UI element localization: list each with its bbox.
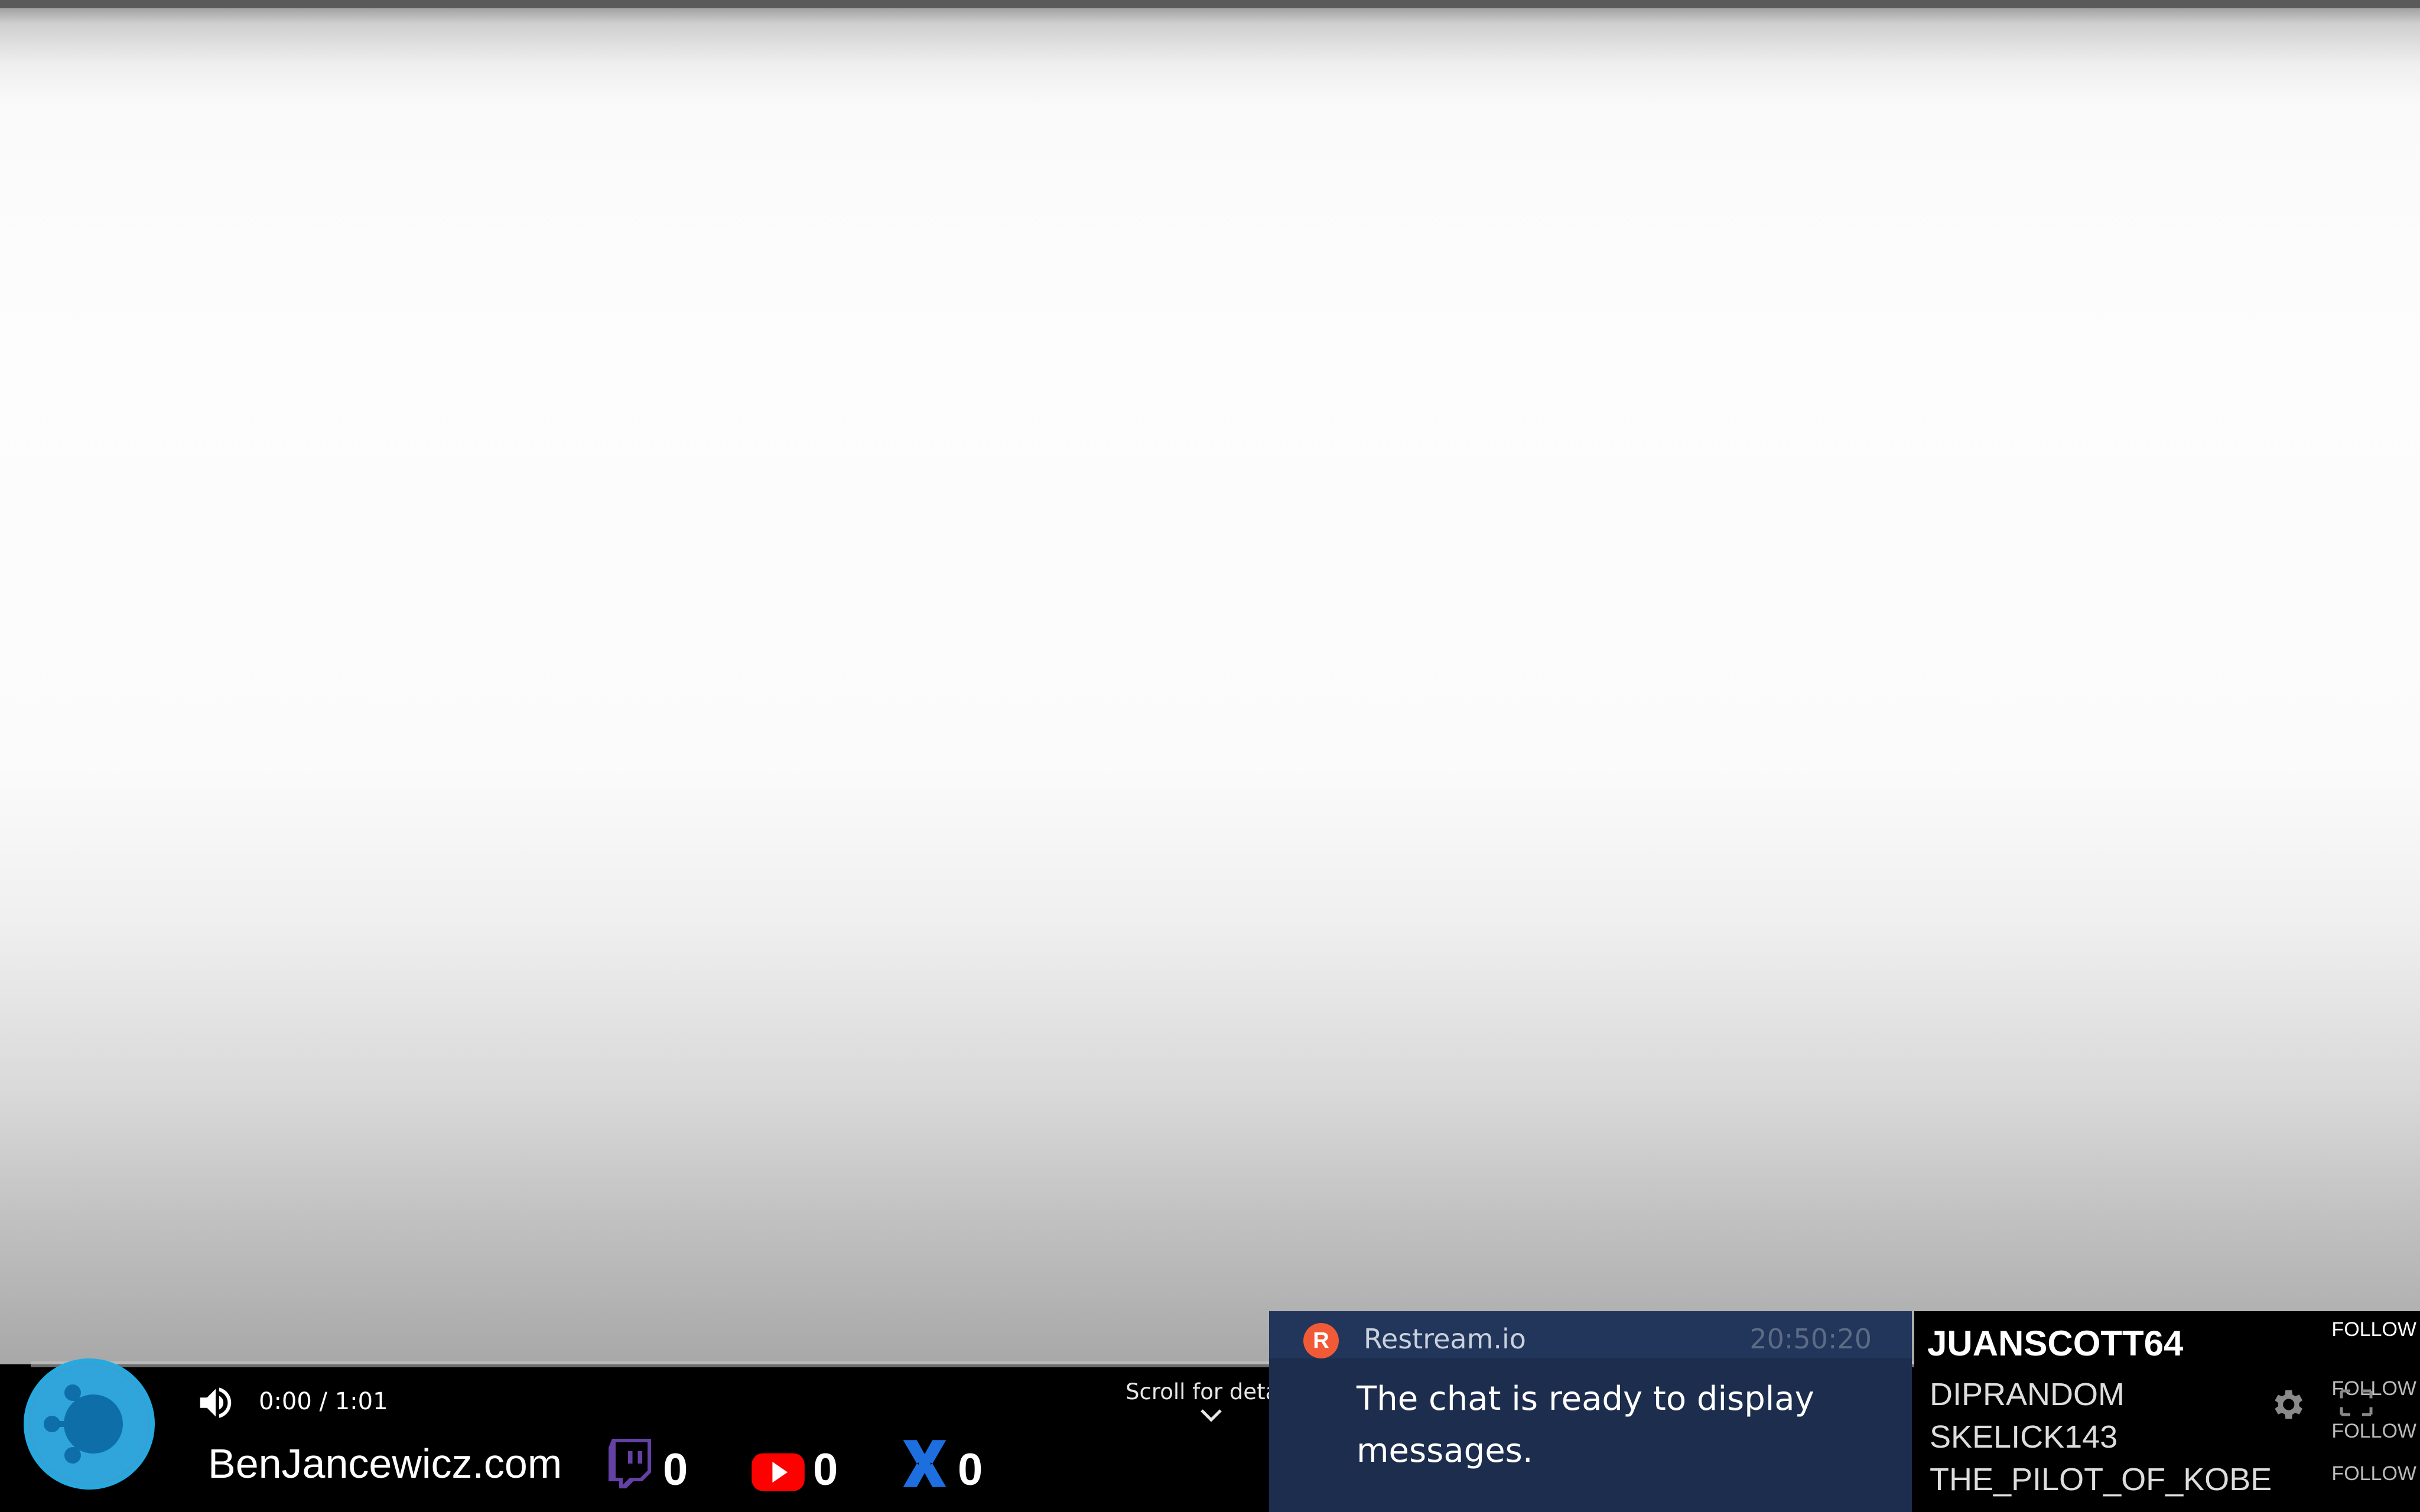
- time-display: 0:00 / 1:01: [259, 1388, 388, 1415]
- settings-gear-icon[interactable]: [2268, 1385, 2307, 1424]
- chat-source-name: Restream.io: [1364, 1323, 1526, 1355]
- video-top-edge: [0, 0, 2420, 8]
- chat-timestamp: 20:50:20: [1749, 1323, 1872, 1355]
- volume-icon[interactable]: [195, 1382, 236, 1423]
- follow-label: FOLLOW: [2331, 1462, 2416, 1485]
- youtube-stat: 0: [752, 1438, 846, 1495]
- follower-name: DIPRANDOM: [1930, 1377, 2125, 1412]
- fullscreen-icon[interactable]: [2338, 1388, 2374, 1418]
- restream-logo-icon: R: [1303, 1323, 1339, 1358]
- follower-name: SKELICK143: [1930, 1419, 2118, 1455]
- twitch-count: 0: [663, 1445, 688, 1495]
- video-frame[interactable]: [0, 0, 2420, 1364]
- twitch-icon: [609, 1439, 651, 1488]
- x-count: 0: [958, 1445, 983, 1495]
- chat-message: The chat is ready to display messages.: [1357, 1380, 1814, 1470]
- follow-label: FOLLOW: [2331, 1318, 2416, 1341]
- channel-logo: [24, 1358, 155, 1490]
- follower-name: THE_PILOT_OF_KOBE: [1930, 1462, 2272, 1497]
- youtube-count: 0: [813, 1445, 838, 1495]
- twitch-stat: 0: [609, 1438, 703, 1495]
- youtube-icon: [752, 1453, 805, 1491]
- website-label: BenJancewicz.com: [208, 1441, 562, 1487]
- chat-panel: R Restream.io 20:50:20 The chat is ready…: [1269, 1311, 1912, 1512]
- chat-header: R Restream.io 20:50:20: [1269, 1311, 1912, 1358]
- share-network-icon: [30, 1365, 148, 1483]
- follower-top-name: JUANSCOTT64: [1927, 1324, 2184, 1363]
- chevron-down-icon: [1201, 1409, 1222, 1422]
- x-stat: 0: [901, 1438, 996, 1495]
- x-icon: [903, 1440, 946, 1487]
- follow-label: FOLLOW: [2331, 1420, 2416, 1442]
